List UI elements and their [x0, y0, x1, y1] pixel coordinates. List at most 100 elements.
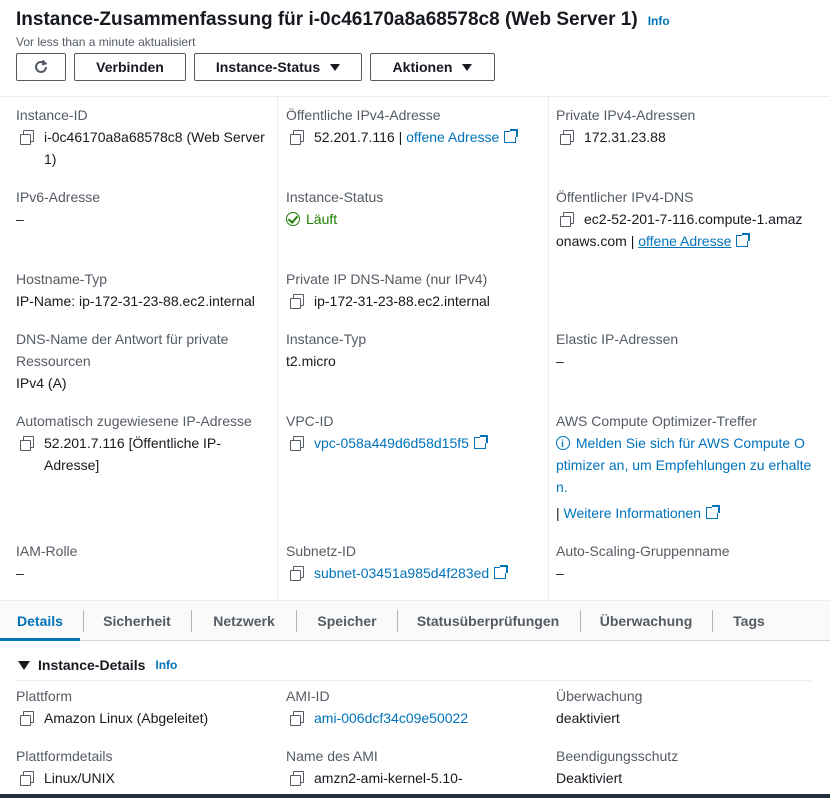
caret-down-icon [462, 63, 473, 71]
field-platform-details: Plattformdetails Linux/UNIX [16, 745, 272, 789]
copy-icon[interactable] [20, 711, 34, 726]
vpc-link[interactable]: vpc-058a449d6d58d15f5 [314, 435, 469, 451]
caret-down-icon [330, 63, 341, 71]
field-instance-type: Instance-Typ t2.micro [286, 328, 542, 372]
field-compute-optimizer: AWS Compute Optimizer-Treffer Melden Sie… [556, 410, 812, 524]
field-value: – [556, 565, 564, 581]
copy-icon[interactable] [290, 436, 304, 451]
instance-state-dropdown-label: Instance-Status [215, 59, 321, 75]
section-title: Instance-Details [38, 657, 146, 673]
tab-tags[interactable]: Tags [720, 601, 778, 641]
field-label: Plattform [16, 688, 73, 704]
subnet-link[interactable]: subnet-03451a985d4f283ed [314, 565, 489, 581]
copy-icon[interactable] [290, 130, 304, 145]
refresh-button[interactable] [16, 53, 66, 81]
field-value: Läuft [286, 208, 542, 230]
field-answer-dns: DNS-Name der Antwort für private Ressour… [16, 328, 256, 394]
external-link-icon [736, 233, 751, 247]
copy-icon[interactable] [560, 212, 574, 227]
tab-monitoring[interactable]: Überwachung [588, 601, 704, 641]
field-value: 52.201.7.116 [Öffentliche IP-Adresse] [16, 432, 246, 476]
tab-details[interactable]: Details [0, 601, 80, 641]
field-subnet-id: Subnetz-ID subnet-03451a985d4f283ed [286, 540, 542, 584]
field-public-ipv4: Öffentliche IPv4-Adresse 52.201.7.116 | … [286, 104, 542, 148]
field-monitoring: Überwachung deaktiviert [556, 685, 812, 729]
instance-details-header[interactable]: Instance-Details Info [18, 657, 177, 673]
field-value: – [556, 353, 564, 369]
open-address-link[interactable]: offene Adresse [406, 129, 499, 145]
auto-ip-value: 52.201.7.116 [Öffentliche IP-Adresse] [44, 435, 221, 473]
tab-network[interactable]: Netzwerk [200, 601, 288, 641]
tab-divider [712, 610, 713, 632]
open-address-link[interactable]: offene Adresse [638, 233, 731, 249]
ami-name-value: amzn2-ami-kernel-5.10- [314, 770, 463, 786]
external-link-icon [494, 565, 509, 579]
field-label: AWS Compute Optimizer-Treffer [556, 413, 757, 429]
field-auto-ip: Automatisch zugewiesene IP-Adresse 52.20… [16, 410, 272, 476]
copy-icon[interactable] [290, 771, 304, 786]
platform-value: Amazon Linux (Abgeleitet) [44, 710, 209, 726]
field-label: Automatisch zugewiesene IP-Adresse [16, 413, 252, 429]
actions-dropdown-label: Aktionen [392, 59, 453, 75]
field-label: Name des AMI [286, 748, 378, 764]
status-ok-icon [286, 212, 300, 226]
ami-link[interactable]: ami-006dcf34c09e50022 [314, 710, 468, 726]
field-label: Öffentliche IPv4-Adresse [286, 107, 441, 123]
copy-icon[interactable] [20, 130, 34, 145]
field-value: ec2-52-201-7-116.compute-1.amazonaws.com… [556, 208, 806, 252]
external-link-icon [473, 435, 488, 449]
page-title-text: Instance-Zusammenfassung für i-0c46170a8… [16, 9, 638, 30]
section-divider [16, 680, 811, 681]
field-value: IPv4 (A) [16, 375, 67, 391]
field-value: Amazon Linux (Abgeleitet) [16, 707, 272, 729]
field-instance-state: Instance-Status Läuft [286, 186, 542, 230]
tab-storage[interactable]: Speicher [304, 601, 390, 641]
more-info-link[interactable]: Weitere Informationen [564, 505, 701, 521]
field-value: 172.31.23.88 [556, 126, 812, 148]
tab-divider [83, 610, 84, 632]
connect-button[interactable]: Verbinden [74, 53, 186, 81]
field-value: – [16, 211, 24, 227]
field-ami-id: AMI-ID ami-006dcf34c09e50022 [286, 685, 542, 729]
info-link[interactable]: Info [155, 658, 177, 672]
field-label: Private IP DNS-Name (nur IPv4) [286, 271, 488, 287]
tab-status-checks[interactable]: Statusüberprüfungen [404, 601, 572, 641]
copy-icon[interactable] [290, 711, 304, 726]
field-hostname-type: Hostname-Typ IP-Name: ip-172-31-23-88.ec… [16, 268, 272, 312]
field-value: ip-172-31-23-88.ec2.internal [286, 290, 542, 312]
actions-dropdown[interactable]: Aktionen [370, 53, 495, 81]
field-label: Hostname-Typ [16, 271, 108, 287]
field-private-ipv4: Private IPv4-Adressen 172.31.23.88 [556, 104, 812, 148]
copy-icon[interactable] [20, 436, 34, 451]
field-public-dns: Öffentlicher IPv4-DNS ec2-52-201-7-116.c… [556, 186, 806, 252]
tab-security[interactable]: Sicherheit [92, 601, 182, 641]
copy-icon[interactable] [20, 771, 34, 786]
field-value: t2.micro [286, 353, 336, 369]
field-instance-id: Instance-ID i-0c46170a8a68578c8 (Web Ser… [16, 104, 272, 170]
field-label: DNS-Name der Antwort für private Ressour… [16, 331, 229, 369]
optimizer-optin-link[interactable]: Melden Sie sich für AWS Compute Optimize… [556, 432, 812, 498]
instance-state-dropdown[interactable]: Instance-Status [194, 53, 362, 81]
external-link-icon [504, 129, 519, 143]
field-value: IP-Name: ip-172-31-23-88.ec2.internal [16, 293, 255, 309]
field-label: VPC-ID [286, 413, 334, 429]
field-label: Auto-Scaling-Gruppenname [556, 543, 730, 559]
field-value: deaktiviert [556, 710, 620, 726]
field-ipv6: IPv6-Adresse – [16, 186, 272, 230]
page-title: Instance-Zusammenfassung für i-0c46170a8… [16, 9, 670, 31]
column-divider [277, 96, 278, 600]
field-value: 52.201.7.116 | offene Adresse [286, 126, 542, 148]
private-dns-value: ip-172-31-23-88.ec2.internal [314, 293, 490, 309]
field-value: i-0c46170a8a68578c8 (Web Server 1) [16, 126, 272, 170]
tab-divider [397, 610, 398, 632]
copy-icon[interactable] [290, 566, 304, 581]
private-ipv4-value: 172.31.23.88 [584, 129, 666, 145]
info-link[interactable]: Info [648, 14, 670, 28]
field-value: amzn2-ami-kernel-5.10- [286, 767, 542, 789]
field-label: AMI-ID [286, 688, 330, 704]
bottom-bar [0, 794, 830, 798]
copy-icon[interactable] [290, 294, 304, 309]
field-label: Überwachung [556, 688, 643, 704]
copy-icon[interactable] [560, 130, 574, 145]
refresh-icon [35, 59, 48, 73]
